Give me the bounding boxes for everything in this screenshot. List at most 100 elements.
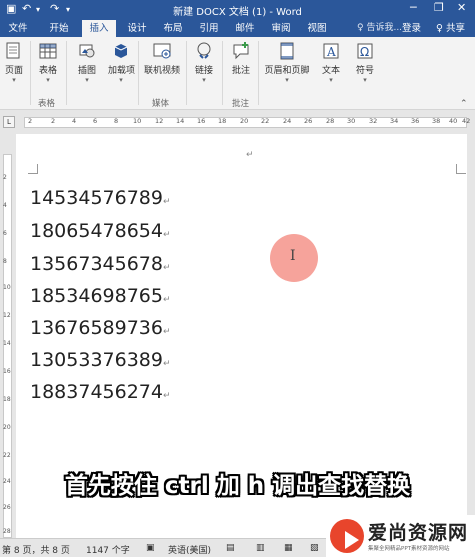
text-button[interactable]: A 文本 ▾ bbox=[318, 41, 344, 84]
chevron-down-icon: ▾ bbox=[46, 76, 50, 84]
vruler-number: 2 bbox=[3, 174, 7, 181]
header-footer-icon bbox=[280, 42, 294, 60]
tab-mailings[interactable]: 邮件 bbox=[228, 20, 262, 37]
ruler-number: 12 bbox=[155, 117, 164, 125]
minimize-button[interactable]: ─ bbox=[410, 1, 417, 14]
phone-number-line[interactable]: 18534698765↵ bbox=[30, 285, 171, 307]
horizontal-ruler[interactable]: L 2 2 4 6 8 10 12 14 16 18 20 22 24 26 2… bbox=[0, 111, 475, 134]
phone-number-line[interactable]: 13676589736↵ bbox=[30, 317, 171, 339]
pages-button[interactable]: 页面 ▾ bbox=[2, 41, 26, 84]
phone-number-line[interactable]: 14534576789↵ bbox=[30, 187, 171, 209]
ruler-number: 2 bbox=[28, 117, 33, 125]
phone-number-line[interactable]: 18837456274↵ bbox=[30, 381, 171, 403]
tab-layout[interactable]: 布局 bbox=[156, 20, 190, 37]
illustrations-icon bbox=[79, 44, 95, 58]
comment-button[interactable]: 批注 bbox=[226, 41, 256, 76]
paragraph-mark: ↵ bbox=[246, 150, 254, 160]
links-button[interactable]: 链接 ▾ bbox=[192, 41, 216, 84]
share-button[interactable]: ♀ 共享 bbox=[436, 20, 465, 37]
pages-label: 页面 bbox=[4, 66, 23, 76]
vruler-number: 28 bbox=[3, 528, 11, 535]
ruler-number: 8 bbox=[114, 117, 119, 125]
symbols-button[interactable]: Ω 符号 ▾ bbox=[352, 41, 378, 84]
ribbon-insert: 页面 ▾ 表格 ▾ 表格 插图 ▾ 加载项 ▾ 联机视频 媒体 链接 ▾ 批注 … bbox=[0, 37, 475, 110]
language-indicator[interactable]: 英语(美国) bbox=[168, 543, 211, 556]
vruler-number: 18 bbox=[3, 396, 11, 403]
ruler-number: 10 bbox=[133, 117, 142, 125]
group-divider bbox=[186, 41, 187, 105]
header-footer-label: 页眉和页脚 bbox=[264, 66, 310, 76]
chevron-down-icon: ▾ bbox=[202, 76, 206, 84]
word-count[interactable]: 1147 个字 bbox=[86, 543, 130, 556]
ruler-number: 16 bbox=[197, 117, 206, 125]
read-mode-icon[interactable]: ▥ bbox=[256, 543, 265, 553]
video-subtitle: 首先按住 ctrl 加 h 调出查找替换 bbox=[64, 473, 411, 499]
close-button[interactable]: ✕ bbox=[457, 1, 466, 14]
tab-selector[interactable]: L bbox=[3, 116, 15, 128]
tell-me-search[interactable]: ♀ 告诉我... bbox=[357, 20, 402, 37]
title-bar: ▣ ↶ ▾ ↷ ▾ 新建 DOCX 文档 (1) - Word ─ ❐ ✕ bbox=[0, 0, 475, 20]
proofing-icon[interactable]: ▣ bbox=[146, 543, 155, 553]
ruler-number: 14 bbox=[176, 117, 185, 125]
vruler-number: 8 bbox=[3, 258, 7, 265]
online-video-button[interactable]: 联机视频 bbox=[142, 41, 182, 76]
chevron-down-icon: ▾ bbox=[12, 76, 16, 84]
online-video-label: 联机视频 bbox=[143, 66, 180, 76]
ruler-number: 28 bbox=[326, 117, 335, 125]
vruler-number: 22 bbox=[3, 452, 11, 459]
collapse-ribbon-icon[interactable]: ⌃ bbox=[460, 99, 468, 109]
ruler-number: 36 bbox=[411, 117, 420, 125]
group-divider bbox=[66, 41, 67, 105]
vruler-number: 6 bbox=[3, 230, 7, 237]
margin-corner-mark bbox=[456, 164, 466, 174]
group-divider bbox=[222, 41, 223, 105]
omega-icon: Ω bbox=[357, 43, 373, 59]
page-count[interactable]: 第 8 页，共 8 页 bbox=[2, 543, 70, 556]
phone-number-line[interactable]: 18065478654↵ bbox=[30, 220, 171, 242]
ruler-number: 32 bbox=[369, 117, 378, 125]
phone-number-line[interactable]: 13053376389↵ bbox=[30, 349, 171, 371]
table-label: 表格 bbox=[38, 66, 57, 76]
online-video-icon bbox=[153, 43, 171, 59]
illustrations-button[interactable]: 插图 ▾ bbox=[74, 41, 100, 84]
chevron-down-icon: ▾ bbox=[85, 76, 89, 84]
site-watermark: 爱尚资源网 集聚全网精品PPT素材资源的网站 bbox=[326, 515, 475, 557]
links-label: 链接 bbox=[194, 66, 213, 76]
tab-review[interactable]: 审阅 bbox=[264, 20, 298, 37]
group-divider bbox=[138, 41, 139, 105]
group-label-comments: 批注 bbox=[232, 99, 250, 109]
chevron-down-icon: ▾ bbox=[363, 76, 367, 84]
vruler-number: 20 bbox=[3, 424, 11, 431]
ruler-number: 38 bbox=[432, 117, 441, 125]
ruler-number: 6 bbox=[93, 117, 98, 125]
table-button[interactable]: 表格 ▾ bbox=[36, 41, 60, 84]
table-icon bbox=[39, 43, 57, 59]
chevron-down-icon: ▾ bbox=[119, 76, 123, 84]
ribbon-tabs: 文件 开始 插入 设计 布局 引用 邮件 审阅 视图 ♀ 告诉我... 登录 ♀… bbox=[0, 20, 475, 37]
print-layout-icon[interactable]: ▦ bbox=[284, 543, 293, 553]
text-cursor-icon: I bbox=[290, 248, 296, 264]
watermark-subtitle: 集聚全网精品PPT素材资源的网站 bbox=[368, 546, 450, 552]
comment-icon bbox=[233, 42, 249, 60]
ruler-number: 18 bbox=[218, 117, 227, 125]
chevron-down-icon: ▾ bbox=[285, 76, 289, 84]
restore-button[interactable]: ❐ bbox=[434, 1, 444, 14]
phone-number-line[interactable]: 13567345678↵ bbox=[30, 253, 171, 275]
tab-design[interactable]: 设计 bbox=[120, 20, 154, 37]
tab-view[interactable]: 视图 bbox=[300, 20, 334, 37]
ruler-number: 26 bbox=[304, 117, 313, 125]
svg-text:A: A bbox=[326, 45, 336, 59]
tab-references[interactable]: 引用 bbox=[192, 20, 226, 37]
macro-record-icon[interactable]: ▤ bbox=[226, 543, 235, 553]
addins-button[interactable]: 加载项 ▾ bbox=[108, 41, 135, 84]
web-layout-icon[interactable]: ▧ bbox=[310, 543, 319, 553]
sign-in-link[interactable]: 登录 bbox=[402, 20, 421, 37]
header-footer-button[interactable]: 页眉和页脚 ▾ bbox=[262, 41, 312, 84]
vruler-number: 14 bbox=[3, 340, 11, 347]
tab-home[interactable]: 开始 bbox=[42, 20, 76, 37]
tab-file[interactable]: 文件 bbox=[2, 20, 34, 37]
group-label-table: 表格 bbox=[38, 99, 56, 109]
tab-insert[interactable]: 插入 bbox=[82, 20, 116, 37]
illustrations-label: 插图 bbox=[77, 66, 96, 76]
vruler-number: 16 bbox=[3, 368, 11, 375]
